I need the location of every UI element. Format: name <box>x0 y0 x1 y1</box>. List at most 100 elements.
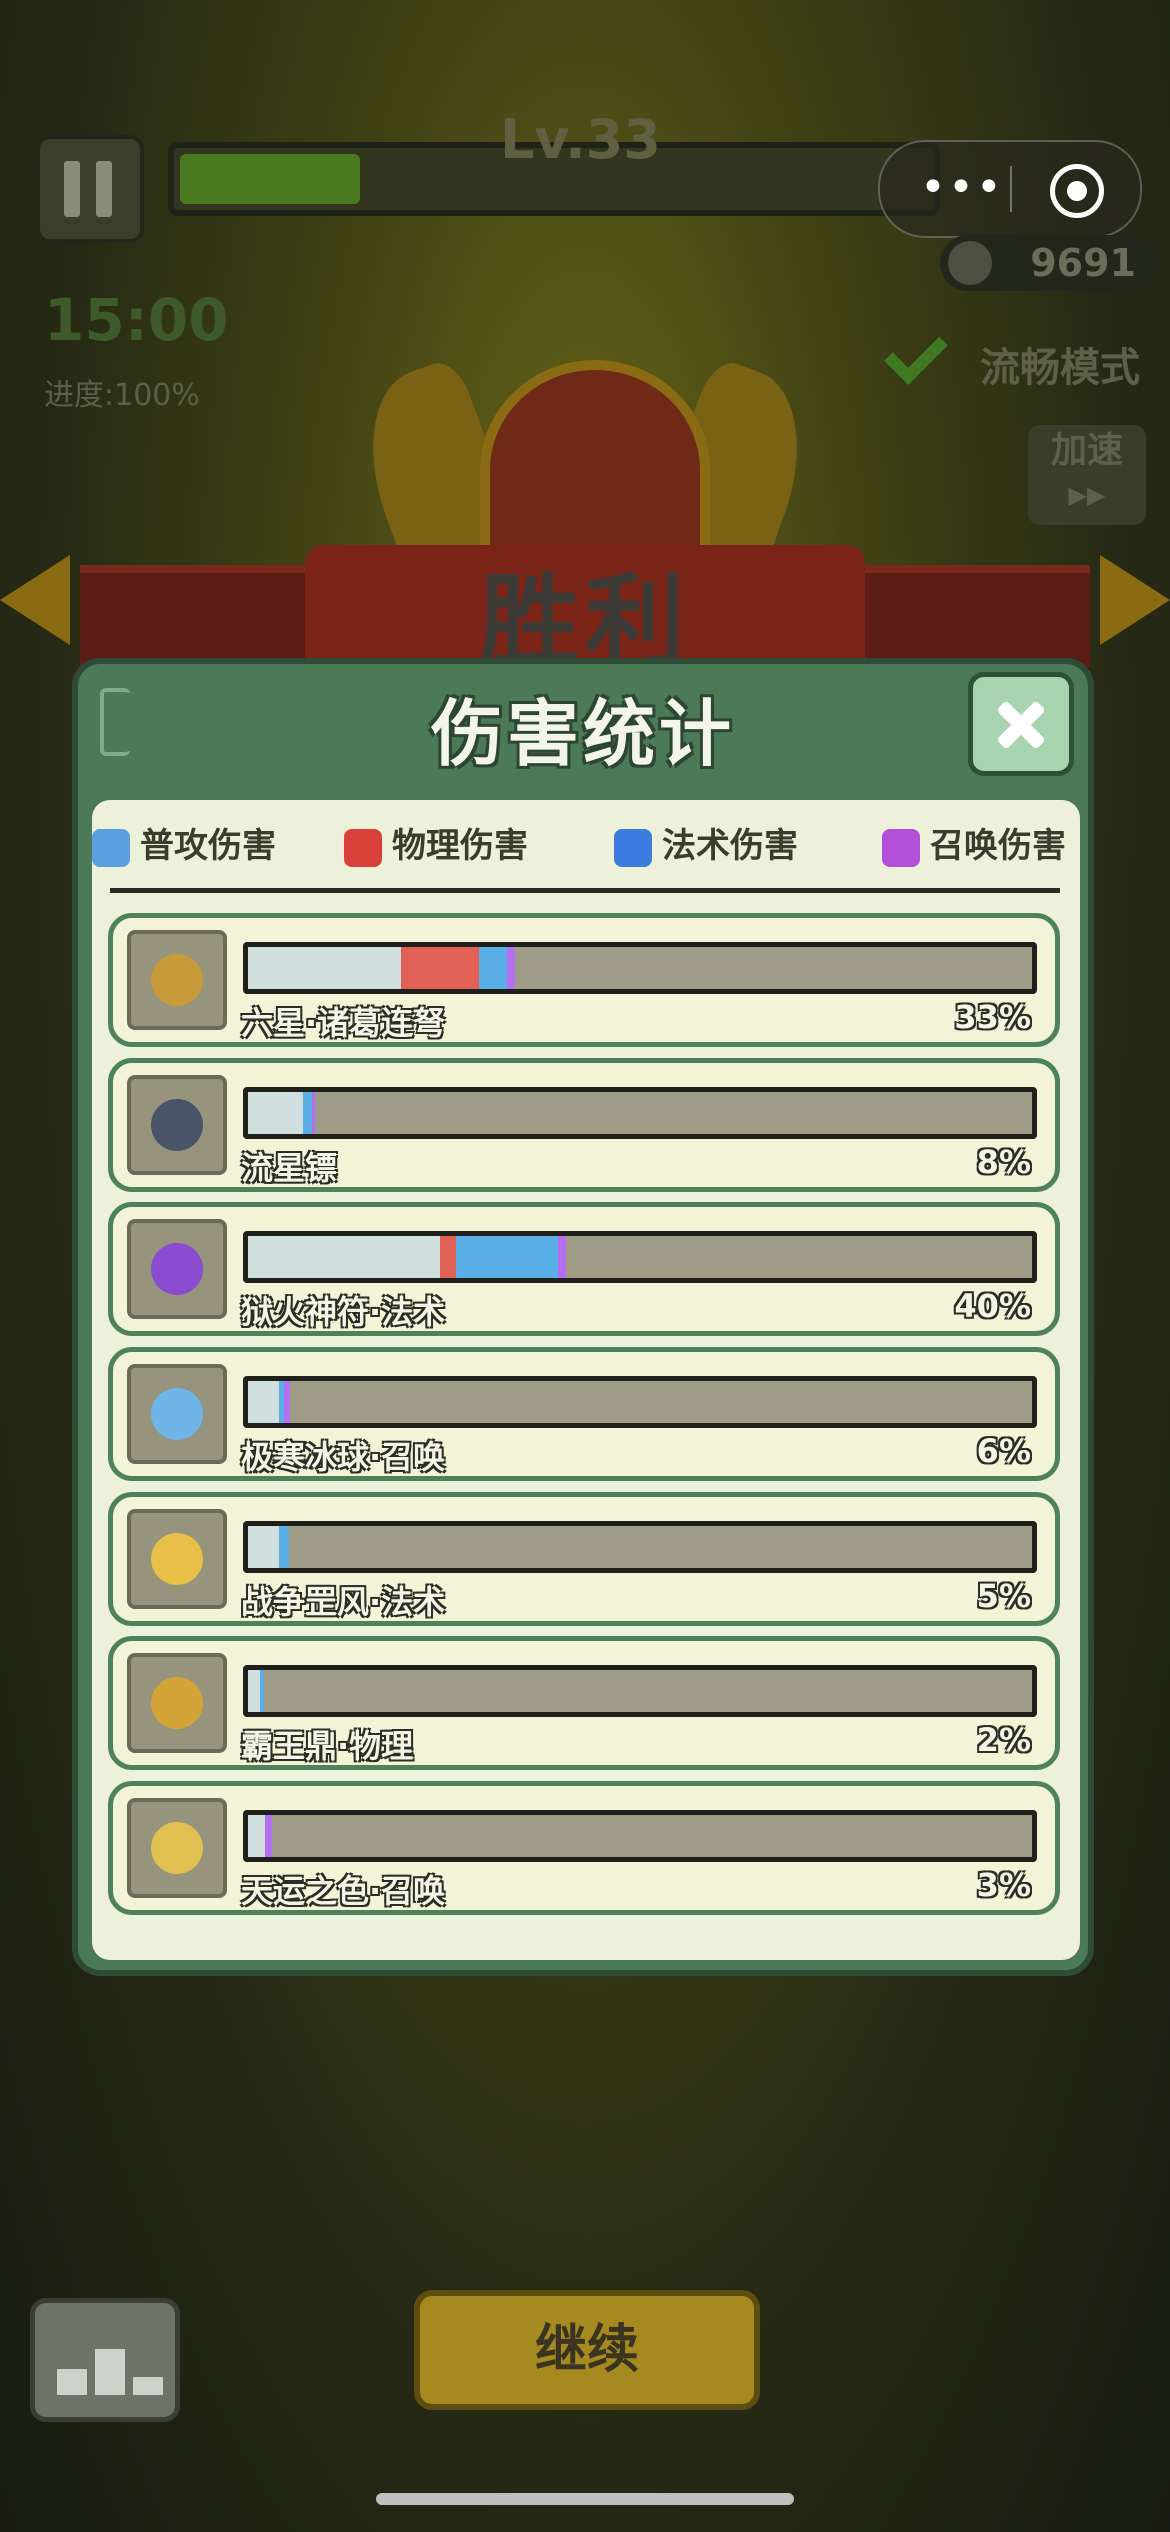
rank-button[interactable] <box>30 2298 180 2422</box>
panel-title: 伤害统计 <box>430 692 735 776</box>
weapon-row: 天运之色·召唤 3% <box>108 1781 1060 1915</box>
progress-text: 进度:100% <box>44 378 200 413</box>
wind-ring-icon <box>127 1509 227 1609</box>
bar-segment-magic <box>302 1092 313 1134</box>
ribbon-arrow-left <box>0 555 70 645</box>
weapon-name: 霸王鼎·物理 <box>241 1727 414 1765</box>
bar-segment-normal <box>248 1381 280 1423</box>
weapon-row: 流星镖 8% <box>108 1058 1060 1192</box>
bar-segment-normal <box>248 1670 260 1712</box>
shuriken-icon <box>127 1075 227 1175</box>
damage-percent: 2% <box>976 1721 1031 1759</box>
legend-label: 法术伤害 <box>662 826 798 866</box>
smooth-mode-toggle[interactable]: 流畅模式 <box>980 335 1140 393</box>
bar-segment-physical <box>440 1236 456 1278</box>
pause-icon-bar <box>96 161 112 217</box>
weapon-icon-shape <box>151 1677 203 1729</box>
legend-label: 普攻伤害 <box>140 826 276 866</box>
bar-segment-normal <box>248 947 401 989</box>
kill-count: 9691 <box>1030 241 1136 285</box>
legend-physical: 物理伤害 <box>344 815 528 877</box>
podium-icon-right <box>133 2377 163 2395</box>
weapon-name: 战争罡风·法术 <box>241 1583 446 1621</box>
target-icon[interactable] <box>1050 164 1104 218</box>
damage-percent: 3% <box>976 1866 1031 1904</box>
legend-magic: 法术伤害 <box>614 815 798 877</box>
kill-counter: 9691 <box>940 235 1160 291</box>
speed-label: 加速 <box>1050 430 1123 471</box>
bar-segment-magic <box>455 1236 558 1278</box>
weapon-row: 狱火神符·法术 40% <box>108 1202 1060 1336</box>
paw-icon <box>882 828 920 867</box>
dice-icon <box>127 1798 227 1898</box>
weapon-name: 六星·诸葛连弩 <box>241 1004 446 1042</box>
continue-button[interactable]: 继续 <box>414 2290 760 2410</box>
bar-segment-summon <box>557 1236 566 1278</box>
weapon-row: 六星·诸葛连弩 33% <box>108 913 1060 1047</box>
legend-normal: 普攻伤害 <box>92 815 276 877</box>
weapon-row: 战争罡风·法术 5% <box>108 1492 1060 1626</box>
flame-icon <box>614 828 652 867</box>
damage-bar <box>243 1231 1037 1283</box>
weapon-icon-shape <box>151 954 203 1006</box>
legend-label: 召唤伤害 <box>930 826 1066 866</box>
miniprogram-capsule: ••• <box>878 140 1142 238</box>
bar-segment-magic <box>259 1670 264 1712</box>
bar-segment-magic <box>479 947 507 989</box>
legend-label: 物理伤害 <box>392 826 528 866</box>
check-icon <box>884 321 948 385</box>
sword-icon <box>92 828 130 867</box>
weapon-name: 天运之色·召唤 <box>241 1872 446 1910</box>
bar-segment-physical <box>400 947 480 989</box>
bar-segment-summon <box>265 1815 272 1857</box>
legend-summon: 召唤伤害 <box>882 815 1066 877</box>
speed-button[interactable]: 加速 ▶▶ <box>1028 425 1146 525</box>
bar-segment-normal <box>248 1526 280 1568</box>
cauldron-icon <box>127 1653 227 1753</box>
damage-bar <box>243 1665 1037 1717</box>
bar-segment-normal <box>248 1092 303 1134</box>
talisman-icon <box>127 1219 227 1319</box>
damage-percent: 40% <box>954 1287 1031 1325</box>
podium-icon-mid <box>95 2349 125 2395</box>
crossbow-icon <box>127 930 227 1030</box>
weapon-name: 狱火神符·法术 <box>241 1293 446 1331</box>
damage-bar <box>243 1521 1037 1573</box>
legend-divider <box>110 888 1060 893</box>
damage-percent: 33% <box>954 998 1031 1036</box>
damage-percent: 6% <box>976 1432 1031 1470</box>
home-indicator <box>376 2493 794 2505</box>
more-icon[interactable]: ••• <box>920 166 1004 210</box>
close-button[interactable] <box>968 672 1074 776</box>
ribbon-arrow-right <box>1100 555 1170 645</box>
damage-bar <box>243 1810 1037 1862</box>
bar-segment-summon <box>284 1381 291 1423</box>
xp-fill <box>180 154 360 204</box>
damage-percent: 5% <box>976 1577 1031 1615</box>
podium-icon <box>57 2369 87 2395</box>
game-timer: 15:00 <box>44 286 229 354</box>
damage-bar <box>243 1376 1037 1428</box>
pause-icon <box>64 161 80 217</box>
damage-legend: 普攻伤害 物理伤害 法术伤害 召唤伤害 <box>92 815 1080 877</box>
pause-button[interactable] <box>36 135 144 243</box>
damage-bar <box>243 1087 1037 1139</box>
damage-percent: 8% <box>976 1143 1031 1181</box>
weapon-icon-shape <box>151 1822 203 1874</box>
bar-segment-magic <box>279 1526 289 1568</box>
damage-bar <box>243 942 1037 994</box>
capsule-divider <box>1010 166 1012 212</box>
weapon-icon-shape <box>151 1388 203 1440</box>
weapon-row: 极寒冰球·召唤 6% <box>108 1347 1060 1481</box>
bar-segment-normal <box>248 1236 441 1278</box>
weapon-row: 霸王鼎·物理 2% <box>108 1636 1060 1770</box>
weapon-icon-shape <box>151 1243 203 1295</box>
fist-icon <box>344 828 382 867</box>
bar-segment-summon <box>312 1092 316 1134</box>
weapon-name: 流星镖 <box>241 1149 338 1187</box>
bar-segment-normal <box>248 1815 266 1857</box>
level-label: Lv.33 <box>500 108 661 171</box>
weapon-name: 极寒冰球·召唤 <box>241 1438 446 1476</box>
weapon-icon-shape <box>151 1099 203 1151</box>
weapon-icon-shape <box>151 1533 203 1585</box>
